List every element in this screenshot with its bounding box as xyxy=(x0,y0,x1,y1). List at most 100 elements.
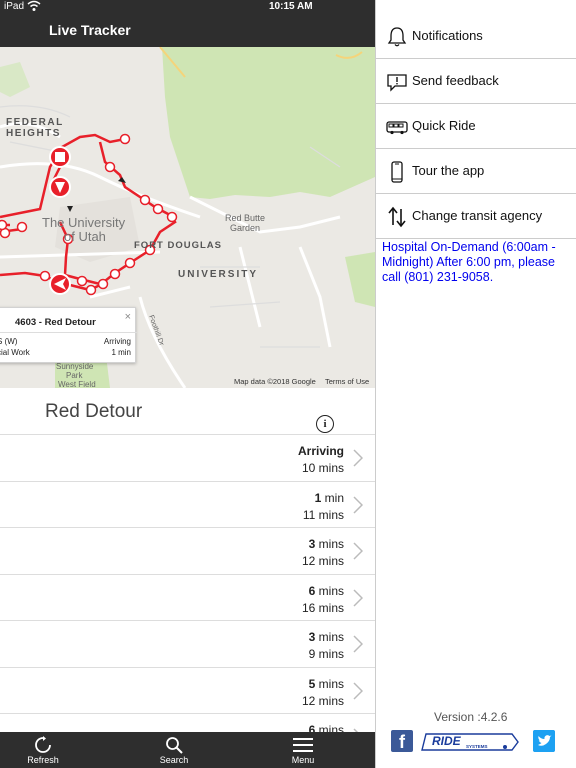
callout-divider xyxy=(0,332,137,333)
stop-dot[interactable] xyxy=(104,161,116,173)
callout-minutes: 1 min xyxy=(111,348,131,357)
side-menu: Notifications Send feedback Quick Ride T… xyxy=(375,0,576,768)
map-label-heights: HEIGHTS xyxy=(6,128,61,139)
map-label-university: UNIVERSITY xyxy=(178,269,259,280)
arrival-first-time: 1 min xyxy=(315,491,344,505)
arrival-first-time: 6 mins xyxy=(309,584,344,598)
arrival-second-time: 10 mins xyxy=(301,461,344,475)
stop-dot[interactable] xyxy=(16,221,28,233)
arrival-row[interactable]: 3 mins 12 mins xyxy=(0,528,375,575)
hospital-notice[interactable]: Hospital On-Demand (6:00am - Midnight) A… xyxy=(382,240,574,285)
map-terms-link[interactable]: Terms of Use xyxy=(325,377,369,386)
arrival-first-value: Arriving xyxy=(297,444,344,458)
map-label-sunnyside: Sunnyside xyxy=(56,362,94,371)
info-icon[interactable]: i xyxy=(316,415,334,433)
status-bar: iPad 10:15 AM xyxy=(0,0,375,14)
app-version: Version :4.2.6 xyxy=(434,710,508,724)
stop-dot[interactable] xyxy=(124,257,136,269)
tab-search[interactable]: Search xyxy=(134,732,214,768)
menu-item-label: Quick Ride xyxy=(412,118,476,133)
arrival-second-time: 12 mins xyxy=(301,554,344,568)
status-time: 10:15 AM xyxy=(269,1,313,12)
chevron-right-icon xyxy=(353,681,363,700)
arrival-second-time: 12 mins xyxy=(301,693,344,708)
nav-title: Live Tracker xyxy=(49,22,131,38)
arrival-row[interactable]: 6 mins xyxy=(0,714,375,733)
refresh-icon xyxy=(35,736,51,753)
bus-marker-left[interactable] xyxy=(49,273,71,295)
facebook-icon[interactable]: f xyxy=(391,730,413,752)
tab-bar: Refresh Search Menu xyxy=(0,732,375,768)
arrival-first-time: 3 mins xyxy=(309,537,344,551)
tab-refresh[interactable]: Refresh xyxy=(3,732,83,768)
feedback-icon xyxy=(387,74,407,92)
callout-close-icon[interactable]: × xyxy=(125,311,131,323)
ride-logo-subtext: SYSTEMS xyxy=(466,744,488,749)
phone-icon xyxy=(391,161,403,183)
map-label-of-utah: of Utah xyxy=(64,229,106,244)
ride-logo-text: RIDE xyxy=(432,734,462,748)
chevron-right-icon xyxy=(353,635,363,653)
stop-dot[interactable] xyxy=(85,284,97,296)
stop-dot[interactable] xyxy=(76,275,88,287)
menu-item-label: Tour the app xyxy=(412,163,485,178)
tab-search-label: Search xyxy=(159,755,189,765)
menu-item-tour-the-app[interactable]: Tour the app xyxy=(376,149,576,194)
arrival-row[interactable]: 6 mins 16 mins xyxy=(0,575,375,621)
stop-dot[interactable] xyxy=(166,211,178,223)
bell-icon xyxy=(387,27,407,47)
bus-info-callout[interactable]: 4603 - Red Detour × S (W) cial Work Arri… xyxy=(0,307,137,363)
chevron-right-icon xyxy=(353,588,363,607)
search-icon xyxy=(166,737,183,754)
menu-item-change-transit-agency[interactable]: Change transit agency xyxy=(376,194,576,239)
arrival-first-time: Arriving xyxy=(298,444,344,458)
bus-marker-stop[interactable] xyxy=(49,146,71,168)
twitter-icon[interactable] xyxy=(533,730,555,752)
stop-dot[interactable] xyxy=(39,270,51,282)
callout-stop: cial Work xyxy=(0,348,30,357)
swap-arrows-icon xyxy=(388,206,406,228)
arrival-row[interactable]: Arriving 10 mins xyxy=(0,435,375,482)
stop-dot[interactable] xyxy=(119,133,131,145)
stop-dot[interactable] xyxy=(139,194,151,206)
stop-dot[interactable] xyxy=(0,219,8,231)
arrival-first-time: 3 mins xyxy=(309,630,344,644)
stop-dot[interactable] xyxy=(109,268,121,280)
route-header: Red Detour i xyxy=(0,388,375,435)
map-label-fort-douglas: FORT DOUGLAS xyxy=(134,240,222,251)
menu-item-label: Notifications xyxy=(412,28,483,43)
map-view[interactable]: FEDERAL HEIGHTS The University of Utah F… xyxy=(0,47,375,388)
ride-systems-logo[interactable]: RIDE SYSTEMS xyxy=(420,732,522,752)
map-label-red-butte: Red Butte xyxy=(225,213,266,223)
green-area-east xyxy=(345,252,375,307)
chevron-right-icon xyxy=(353,542,363,560)
arrival-row[interactable]: 3 mins 9 mins xyxy=(0,621,375,668)
arrival-first-unit: min xyxy=(321,490,344,505)
map-label-federal: FEDERAL xyxy=(6,117,64,128)
callout-direction: S (W) xyxy=(0,337,18,346)
arrival-first-unit: mins xyxy=(315,583,344,598)
arrival-first-unit: mins xyxy=(315,676,344,691)
app-pane: Live Tracker FEDERAL HEIGHTS The Univers… xyxy=(0,0,375,768)
green-area-foothills xyxy=(162,47,375,199)
map-credit: Map data ©2018 Google xyxy=(234,377,316,386)
menu-item-notifications[interactable]: Notifications xyxy=(376,14,576,59)
bus-marker-down[interactable] xyxy=(49,176,71,198)
arrival-first-unit: mins xyxy=(315,537,344,551)
menu-item-label: Change transit agency xyxy=(412,208,543,223)
tab-menu[interactable]: Menu xyxy=(263,732,343,768)
arrival-row[interactable]: 1 min 11 mins xyxy=(0,482,375,528)
arrival-first-time: 5 mins xyxy=(309,677,344,691)
menu-item-quick-ride[interactable]: Quick Ride xyxy=(376,104,576,149)
stop-dot[interactable] xyxy=(152,203,164,215)
callout-title: 4603 - Red Detour xyxy=(15,317,96,328)
tab-menu-label: Menu xyxy=(291,755,315,765)
map-label-garden: Garden xyxy=(230,223,261,233)
map-label-west-field: West Field xyxy=(58,380,96,388)
arrival-list: Arriving 10 mins 1 min 11 mins 3 mins 12 mins… xyxy=(0,435,375,733)
menu-item-send-feedback[interactable]: Send feedback xyxy=(376,59,576,104)
arrival-second-time: 9 mins xyxy=(308,647,344,661)
map-label-park: Park xyxy=(66,371,83,380)
stop-dot[interactable] xyxy=(97,278,109,290)
arrival-row[interactable]: 5 mins 12 mins xyxy=(0,668,375,714)
